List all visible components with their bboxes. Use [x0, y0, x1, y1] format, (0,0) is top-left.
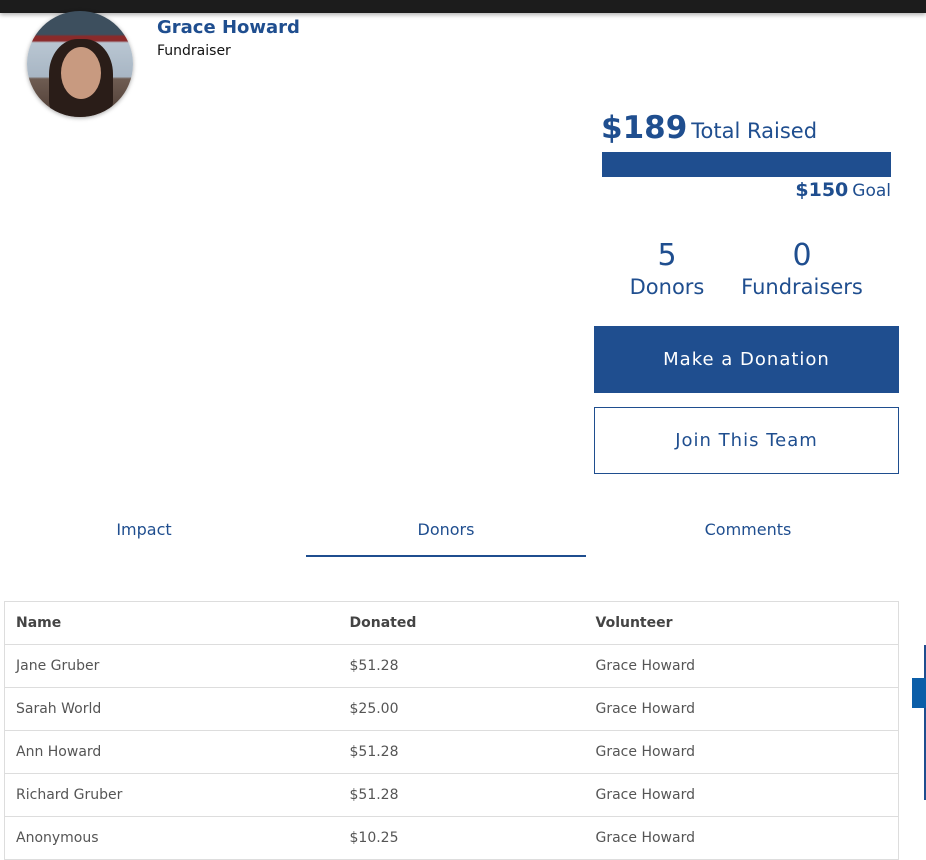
stat-value: 5	[657, 238, 677, 273]
fundraiser-role: Fundraiser	[157, 43, 231, 59]
goal: $150 Goal	[795, 179, 891, 201]
avatar	[27, 11, 133, 117]
donor-name: Jane Gruber	[4, 644, 339, 688]
column-header-name: Name	[4, 601, 339, 645]
donated-amount: $51.28	[338, 644, 585, 688]
make-donation-button[interactable]: Make a Donation	[594, 326, 899, 393]
raised-label: Total Raised	[691, 119, 818, 143]
table-row: Ann Howard $51.28 Grace Howard	[4, 730, 899, 774]
donated-amount: $51.28	[338, 730, 585, 774]
donated-amount: $25.00	[338, 687, 585, 731]
fundraiser-name[interactable]: Grace Howard	[157, 17, 300, 38]
donor-name: Anonymous	[4, 816, 339, 860]
stat-label: Donors	[629, 275, 705, 299]
donors-table: Name Donated Volunteer Jane Gruber $51.28…	[4, 601, 899, 860]
table-header-row: Name Donated Volunteer	[4, 601, 899, 645]
table-row: Jane Gruber $51.28 Grace Howard	[4, 644, 899, 688]
donor-name: Sarah World	[4, 687, 339, 731]
total-raised: $189 Total Raised	[601, 110, 817, 146]
join-team-button[interactable]: Join This Team	[594, 407, 899, 474]
raised-amount: $189	[601, 110, 688, 146]
donor-name: Richard Gruber	[4, 773, 339, 817]
table-row: Richard Gruber $51.28 Grace Howard	[4, 773, 899, 817]
progress-fill	[602, 152, 891, 177]
column-header-donated: Donated	[338, 601, 585, 645]
top-nav-bar	[0, 0, 926, 13]
stat-donors: 5 Donors	[592, 238, 742, 299]
tab-comments[interactable]: Comments	[608, 520, 888, 557]
progress-bar	[602, 152, 891, 177]
stat-value: 0	[792, 238, 812, 273]
donated-amount: $10.25	[338, 816, 585, 860]
table-row: Anonymous $10.25 Grace Howard	[4, 816, 899, 860]
stat-fundraisers: 0 Fundraisers	[727, 238, 877, 299]
donated-amount: $51.28	[338, 773, 585, 817]
donor-name: Ann Howard	[4, 730, 339, 774]
goal-label: Goal	[852, 181, 891, 201]
volunteer-name: Grace Howard	[584, 816, 899, 860]
tab-donors[interactable]: Donors	[306, 520, 586, 557]
side-tab-button[interactable]	[912, 678, 926, 708]
table-row: Sarah World $25.00 Grace Howard	[4, 687, 899, 731]
goal-amount: $150	[795, 179, 849, 201]
volunteer-name: Grace Howard	[584, 644, 899, 688]
volunteer-name: Grace Howard	[584, 730, 899, 774]
column-header-volunteer: Volunteer	[584, 601, 899, 645]
stat-label: Fundraisers	[741, 275, 863, 299]
volunteer-name: Grace Howard	[584, 773, 899, 817]
tab-impact[interactable]: Impact	[4, 520, 284, 557]
volunteer-name: Grace Howard	[584, 687, 899, 731]
